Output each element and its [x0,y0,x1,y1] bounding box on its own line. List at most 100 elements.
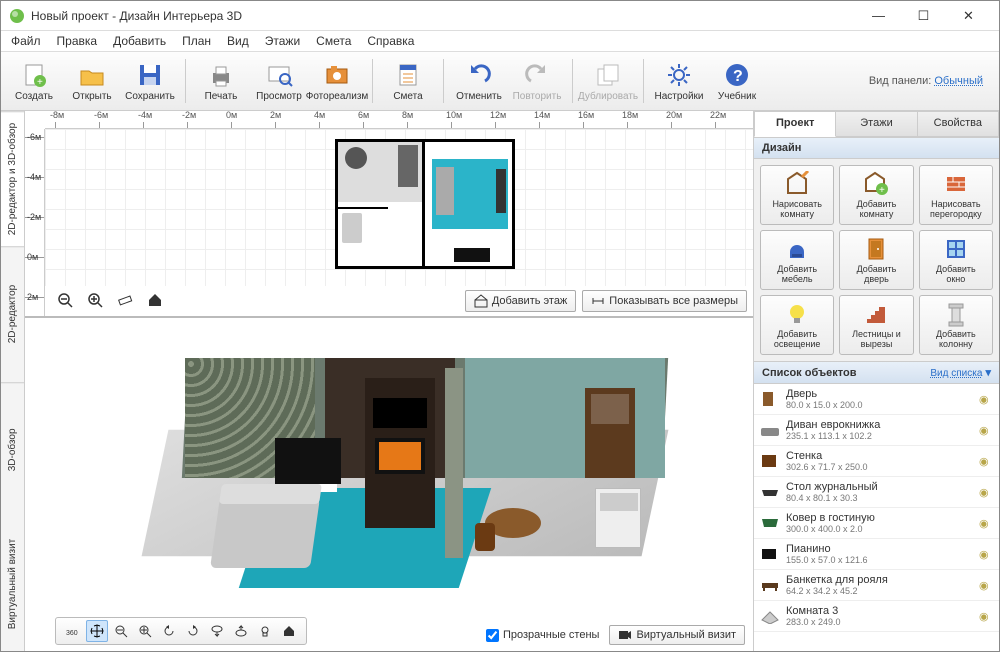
zoom-out-3d-icon[interactable] [110,620,132,642]
menu-справка[interactable]: Справка [361,32,420,50]
rtab-Этажи[interactable]: Этажи [836,111,917,137]
design-partition-button[interactable]: Нарисоватьперегородку [919,165,993,225]
design-stairs-button[interactable]: Лестницы ивырезы [839,295,913,355]
object-item[interactable]: Диван еврокнижка235.1 x 113.1 x 102.2 ◉ [754,415,999,446]
design-window-button[interactable]: Добавитьокно [919,230,993,290]
light-toggle-icon[interactable] [254,620,276,642]
ruler-icon[interactable] [113,288,137,312]
menu-этажи[interactable]: Этажи [259,32,306,50]
view-3d[interactable]: 360 Прозрачные стены Виртуальный виз [25,318,753,651]
app-icon [9,8,25,24]
visibility-eye-icon[interactable]: ◉ [979,393,993,406]
visibility-eye-icon[interactable]: ◉ [979,579,993,592]
zoom-in-3d-icon[interactable] [134,620,156,642]
object-list[interactable]: Дверь80.0 x 15.0 x 200.0◉Диван еврокнижк… [754,384,999,651]
design-column-button[interactable]: Добавитьколонну [919,295,993,355]
object-dimensions: 155.0 x 57.0 x 121.6 [786,555,973,565]
panel-mode: Вид панели: Обычный [869,75,983,87]
pan-icon[interactable] [86,620,108,642]
toolbar-label: Создать [15,91,53,102]
zoom-in-icon[interactable] [83,288,107,312]
object-item[interactable]: Стенка302.6 x 71.7 x 250.0 ◉ [754,446,999,477]
toolbar-label: Сохранить [125,91,175,102]
toolbar-estimate-button[interactable]: Смета [381,54,435,108]
vtab-1[interactable]: 2D-редактор [1,246,24,381]
virtual-visit-button[interactable]: Виртуальный визит [609,625,745,645]
virtual-visit-label: Виртуальный визит [636,629,736,641]
transparent-walls-checkbox[interactable]: Прозрачные стены [486,629,599,642]
visibility-eye-icon[interactable]: ◉ [979,610,993,623]
object-item[interactable]: Пианино155.0 x 57.0 x 121.6◉ [754,539,999,570]
home-icon[interactable] [143,288,167,312]
menu-план[interactable]: План [176,32,217,50]
close-button[interactable]: ✕ [946,1,991,30]
design-light-button[interactable]: Добавитьосвещение [760,295,834,355]
visibility-eye-icon[interactable]: ◉ [979,548,993,561]
menu-правка[interactable]: Правка [51,32,104,50]
toolbar-label: Просмотр [256,91,302,102]
visibility-eye-icon[interactable]: ◉ [979,455,993,468]
object-item[interactable]: Ковер в гостиную300.0 x 400.0 x 2.0◉ [754,508,999,539]
vtab-0[interactable]: 2D-редактор и 3D-обзор [1,111,24,246]
show-dimensions-button[interactable]: Показывать все размеры [582,290,747,312]
design-door-button[interactable]: Добавитьдверь [839,230,913,290]
rotate-360-icon[interactable]: 360 [62,620,84,642]
toolbar-photo-button[interactable]: Фотореализм [310,54,364,108]
panel-mode-link[interactable]: Обычный [934,75,983,87]
menu-файл[interactable]: Файл [5,32,47,50]
rtab-Свойства[interactable]: Свойства [918,111,999,137]
object-list-view-link[interactable]: Вид списка [930,368,982,379]
dup-icon [594,61,622,89]
toolbar-separator [185,59,186,103]
design-draw-button[interactable]: Нарисоватькомнату [760,165,834,225]
maximize-button[interactable]: ☐ [901,1,946,30]
design-addroom-button[interactable]: +Добавитькомнату [839,165,913,225]
toolbar-preview-button[interactable]: Просмотр [252,54,306,108]
menu-смета[interactable]: Смета [310,32,357,50]
show-dims-label: Показывать все размеры [609,295,738,307]
toolbar-open-button[interactable]: Открыть [65,54,119,108]
chevron-down-icon[interactable]: ▾ [985,367,991,379]
object-item[interactable]: Стол журнальный80.4 x 80.1 x 30.3◉ [754,477,999,508]
floorplan[interactable] [335,139,515,269]
visibility-eye-icon[interactable]: ◉ [979,424,993,437]
object-item[interactable]: Банкетка для рояля64.2 x 34.2 x 45.2◉ [754,570,999,601]
transparent-walls-label: Прозрачные стены [503,629,599,641]
transparent-walls-input[interactable] [486,629,499,642]
object-info: Диван еврокнижка235.1 x 113.1 x 102.2 [786,419,973,441]
design-btn-label: Добавитьмебель [777,264,817,284]
rotate-right-icon[interactable] [182,620,204,642]
toolbar-save-button[interactable]: Сохранить [123,54,177,108]
toolbar-help-button[interactable]: ?Учебник [710,54,764,108]
object-dimensions: 235.1 x 113.1 x 102.2 [786,431,973,441]
rotate-left-icon[interactable] [158,620,180,642]
tilt-up-icon[interactable] [230,620,252,642]
design-furniture-button[interactable]: Добавитьмебель [760,230,834,290]
visibility-eye-icon[interactable]: ◉ [979,517,993,530]
room-obj-icon [760,608,780,624]
object-info: Стенка302.6 x 71.7 x 250.0 [786,450,973,472]
add-floor-button[interactable]: Добавить этаж [465,290,576,312]
tilt-down-icon[interactable] [206,620,228,642]
vtab-3[interactable]: Виртуальный визит [1,517,24,651]
view-2d[interactable]: -8м-6м-4м-2м0м2м4м6м8м10м12м14м16м18м20м… [25,111,753,318]
visibility-eye-icon[interactable]: ◉ [979,486,993,499]
new-icon: + [20,61,48,89]
object-item[interactable]: Комната 3283.0 x 249.0◉ [754,601,999,632]
home-3d-icon[interactable] [278,620,300,642]
toolbar-settings-button[interactable]: Настройки [652,54,706,108]
zoom-out-icon[interactable] [53,288,77,312]
minimize-button[interactable]: — [856,1,901,30]
menu-вид[interactable]: Вид [221,32,255,50]
toolbar-print-button[interactable]: Печать [194,54,248,108]
object-dimensions: 80.4 x 80.1 x 30.3 [786,493,973,503]
object-item[interactable]: Дверь80.0 x 15.0 x 200.0◉ [754,384,999,415]
partition-icon [943,171,969,197]
toolbar-new-button[interactable]: + Создать [7,54,61,108]
menu-добавить[interactable]: Добавить [107,32,172,50]
object-name: Диван еврокнижка [786,419,973,431]
toolbar-undo-button[interactable]: Отменить [452,54,506,108]
rtab-Проект[interactable]: Проект [754,111,836,137]
vtab-2[interactable]: 3D-обзор [1,382,24,517]
ruler-v-tick: -2м [25,217,44,218]
